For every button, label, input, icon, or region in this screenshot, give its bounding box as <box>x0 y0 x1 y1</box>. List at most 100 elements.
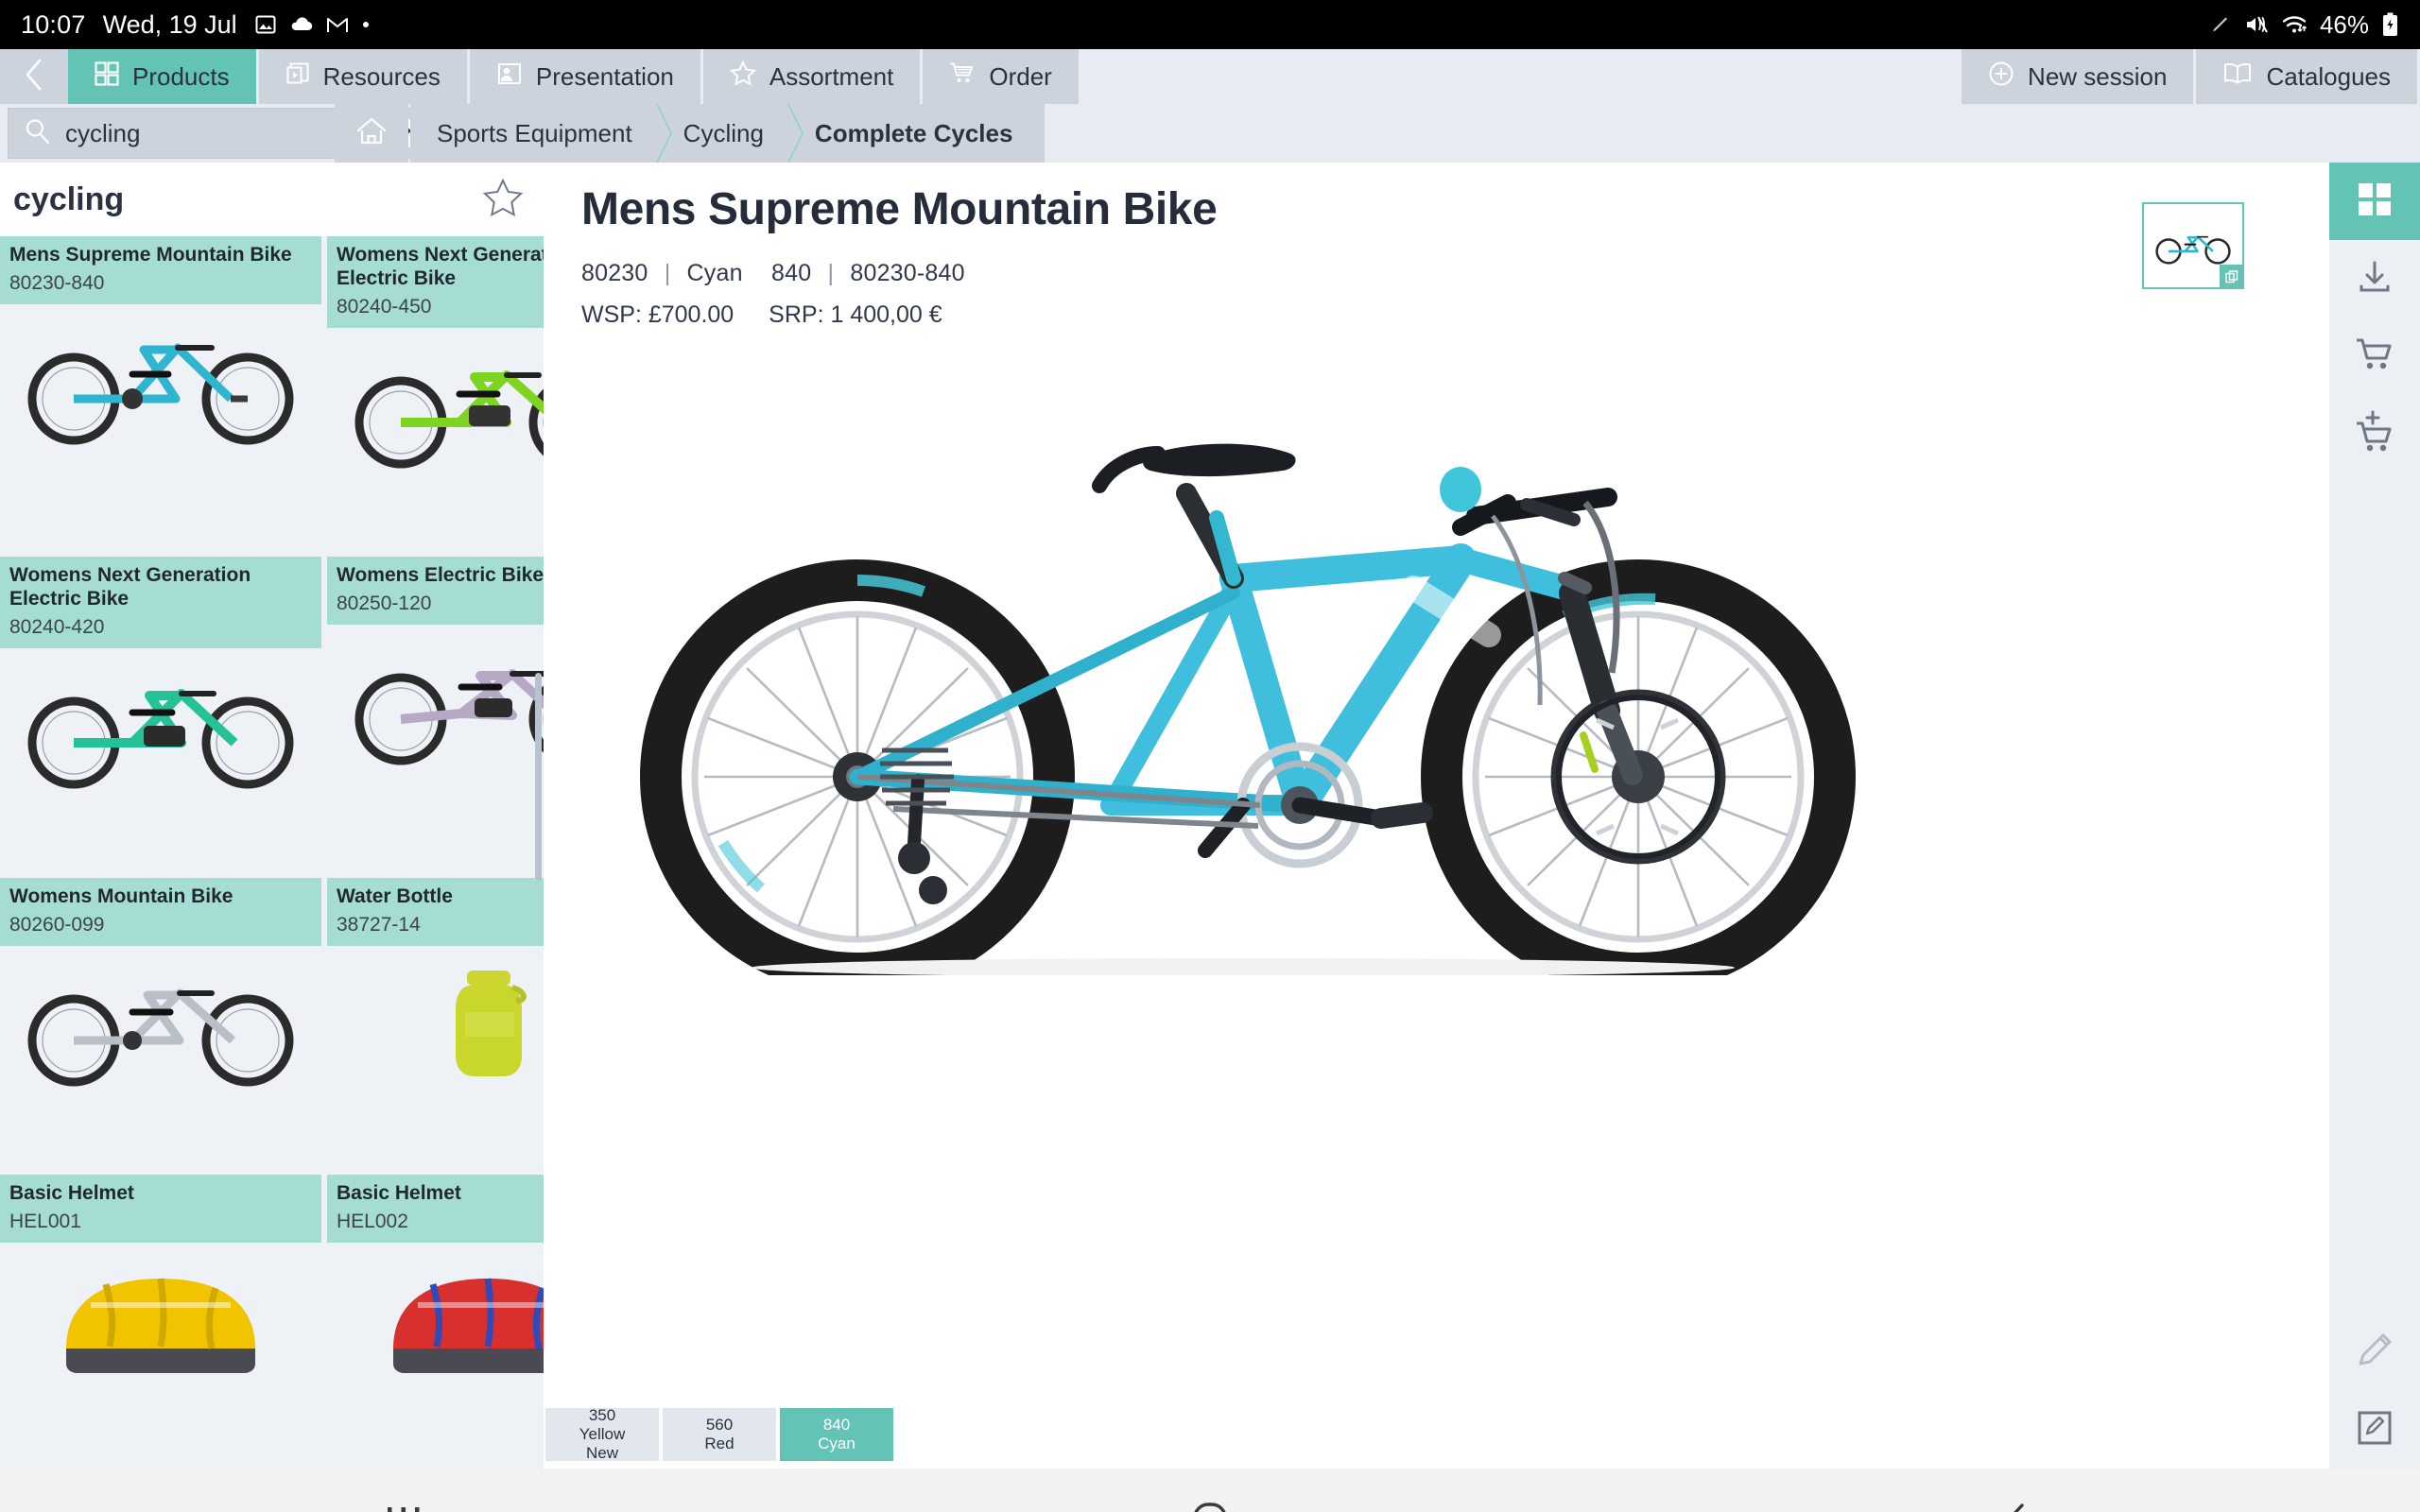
result-name: Womens Electric Bike <box>337 564 544 587</box>
result-thumbnail <box>327 1243 544 1393</box>
breadcrumb-item-2[interactable]: Complete Cycles <box>787 104 1046 163</box>
android-back-button[interactable] <box>1922 1501 2111 1512</box>
srp-price: SRP: 1 400,00 € <box>769 301 942 328</box>
breadcrumb-item-0[interactable]: Sports Equipment <box>410 103 672 163</box>
android-navigation-bar <box>0 1469 2420 1512</box>
android-home-button[interactable] <box>1115 1501 1305 1512</box>
result-name: Water Bottle <box>337 885 453 907</box>
result-label: Womens Next Generation Electric Bike 802… <box>327 236 544 328</box>
rail-download-button[interactable] <box>2329 240 2420 318</box>
catalogues-button[interactable]: Catalogues <box>2196 49 2417 104</box>
home-circle-icon <box>1191 1501 1229 1512</box>
product-detail-panel: Mens Supreme Mountain Bike 80230 | Cyan … <box>544 163 2329 1469</box>
cloud-icon <box>289 15 314 34</box>
result-thumbnail <box>327 327 544 477</box>
list-item[interactable]: Womens Next Generation Electric Bike 802… <box>327 236 544 554</box>
result-name: Womens Mountain Bike <box>9 885 233 907</box>
product-full-code: 80230-840 <box>850 260 965 286</box>
result-name: Basic Helmet <box>337 1182 461 1205</box>
rail-add-to-cart-button[interactable] <box>2329 395 2420 472</box>
status-left: 10:07 Wed, 19 Jul <box>21 10 371 40</box>
list-item[interactable]: Womens Electric Bike 80250-120 <box>327 557 544 874</box>
wsp-price: WSP: £700.00 <box>581 301 735 328</box>
colourway-name: Red <box>704 1435 735 1452</box>
search-breadcrumb-bar: Sports Equipment Cycling Complete Cycles <box>0 103 2420 163</box>
pencil-icon <box>2354 1330 2395 1376</box>
breadcrumb-home-button[interactable] <box>335 104 408 163</box>
result-code: 80260-099 <box>9 913 105 936</box>
dot-icon <box>361 20 371 29</box>
page-title: Mens Supreme Mountain Bike <box>581 184 1218 234</box>
breadcrumb-item-1[interactable]: Cycling <box>656 103 804 163</box>
bike-silver-icon <box>27 988 294 1087</box>
copy-icon[interactable] <box>2220 265 2244 289</box>
bike-cyan-icon <box>27 343 294 445</box>
tab-resources[interactable]: Resources <box>258 49 467 104</box>
pencil-icon <box>2209 13 2232 36</box>
status-right: 46% <box>2209 10 2399 40</box>
catalogues-label: Catalogues <box>2266 61 2391 91</box>
list-item[interactable]: Basic Helmet HEL002 <box>327 1175 544 1469</box>
result-code: 80240-450 <box>337 295 432 318</box>
result-name: Womens Next Generation Electric Bike <box>337 244 544 289</box>
result-thumbnail <box>327 945 544 1095</box>
status-notification-icons <box>254 13 371 36</box>
grid-icon <box>95 60 119 93</box>
list-item[interactable]: Womens Mountain Bike 80260-099 <box>0 877 321 1172</box>
app-screen: 10:07 Wed, 19 Jul 46% Products Resources… <box>0 0 2420 1512</box>
bottle-yellow-icon <box>456 970 527 1076</box>
list-item[interactable]: Womens Next Generation Electric Bike 802… <box>0 557 321 874</box>
tab-assortment[interactable]: Assortment <box>702 49 921 104</box>
result-label: Basic Helmet HEL001 <box>0 1175 321 1244</box>
result-code: 80230-840 <box>9 271 105 294</box>
list-item[interactable]: Water Bottle 38727-14 <box>327 877 544 1172</box>
battery-charging-icon <box>2381 12 2399 37</box>
bike-lilac-icon <box>354 669 544 765</box>
tab-label-assortment: Assortment <box>769 61 894 91</box>
star-outline-icon <box>482 178 524 222</box>
colourway-code: 840 <box>822 1416 851 1435</box>
colourway-option-560[interactable]: 560 Red <box>663 1408 776 1461</box>
new-session-button[interactable]: New session <box>1962 49 2194 104</box>
list-item[interactable]: Mens Supreme Mountain Bike 80230-840 <box>0 236 321 554</box>
list-item[interactable]: Basic Helmet HEL001 <box>0 1175 321 1469</box>
android-recents-button[interactable] <box>309 1503 498 1512</box>
product-colour-no: 840 <box>771 260 812 286</box>
favourite-search-button[interactable] <box>462 178 544 222</box>
home-icon <box>355 116 388 151</box>
result-code: 80240-420 <box>9 615 105 638</box>
battery-percent: 46% <box>2319 9 2369 39</box>
breadcrumb-label-0: Sports Equipment <box>437 118 632 147</box>
result-thumbnail <box>0 647 321 798</box>
colourway-code: 350 <box>588 1406 616 1425</box>
product-colour-name: Cyan <box>686 260 743 286</box>
status-time: 10:07 <box>21 9 86 39</box>
topnav-spacer <box>1080 49 1962 104</box>
result-label: Water Bottle 38727-14 <box>327 877 544 946</box>
result-thumbnail <box>0 303 321 454</box>
colourway-option-350[interactable]: 350 Yellow New <box>545 1406 659 1462</box>
breadcrumb-chevron-icon <box>787 103 804 163</box>
result-label: Basic Helmet HEL002 <box>327 1175 544 1244</box>
colourway-option-840[interactable]: 840 Cyan <box>780 1408 893 1461</box>
search-area <box>0 104 491 163</box>
tab-products[interactable]: Products <box>68 49 256 104</box>
person-frame-icon <box>496 61 523 93</box>
android-status-bar: 10:07 Wed, 19 Jul 46% <box>0 0 2420 49</box>
tab-order[interactable]: Order <box>923 49 1079 104</box>
rail-note-button[interactable] <box>2329 1391 2420 1469</box>
rail-cart-button[interactable] <box>2329 318 2420 395</box>
app-body: cycling Mens Supreme Mountain Bike 80230… <box>0 163 2420 1469</box>
result-label: Womens Next Generation Electric Bike 802… <box>0 557 321 648</box>
product-hero-image <box>581 399 1924 994</box>
image-thumbnail[interactable] <box>2142 202 2244 289</box>
result-thumbnail <box>327 625 544 775</box>
breadcrumb-label-2: Complete Cycles <box>814 118 1013 147</box>
rail-grid-view-button[interactable] <box>2329 163 2420 240</box>
rail-annotate-button[interactable] <box>2329 1314 2420 1391</box>
tab-label-presentation: Presentation <box>535 61 674 91</box>
results-scrollbar[interactable] <box>535 673 542 881</box>
nav-back-button[interactable] <box>0 49 68 104</box>
colourway-name: Cyan <box>818 1435 856 1452</box>
tab-presentation[interactable]: Presentation <box>469 49 700 104</box>
